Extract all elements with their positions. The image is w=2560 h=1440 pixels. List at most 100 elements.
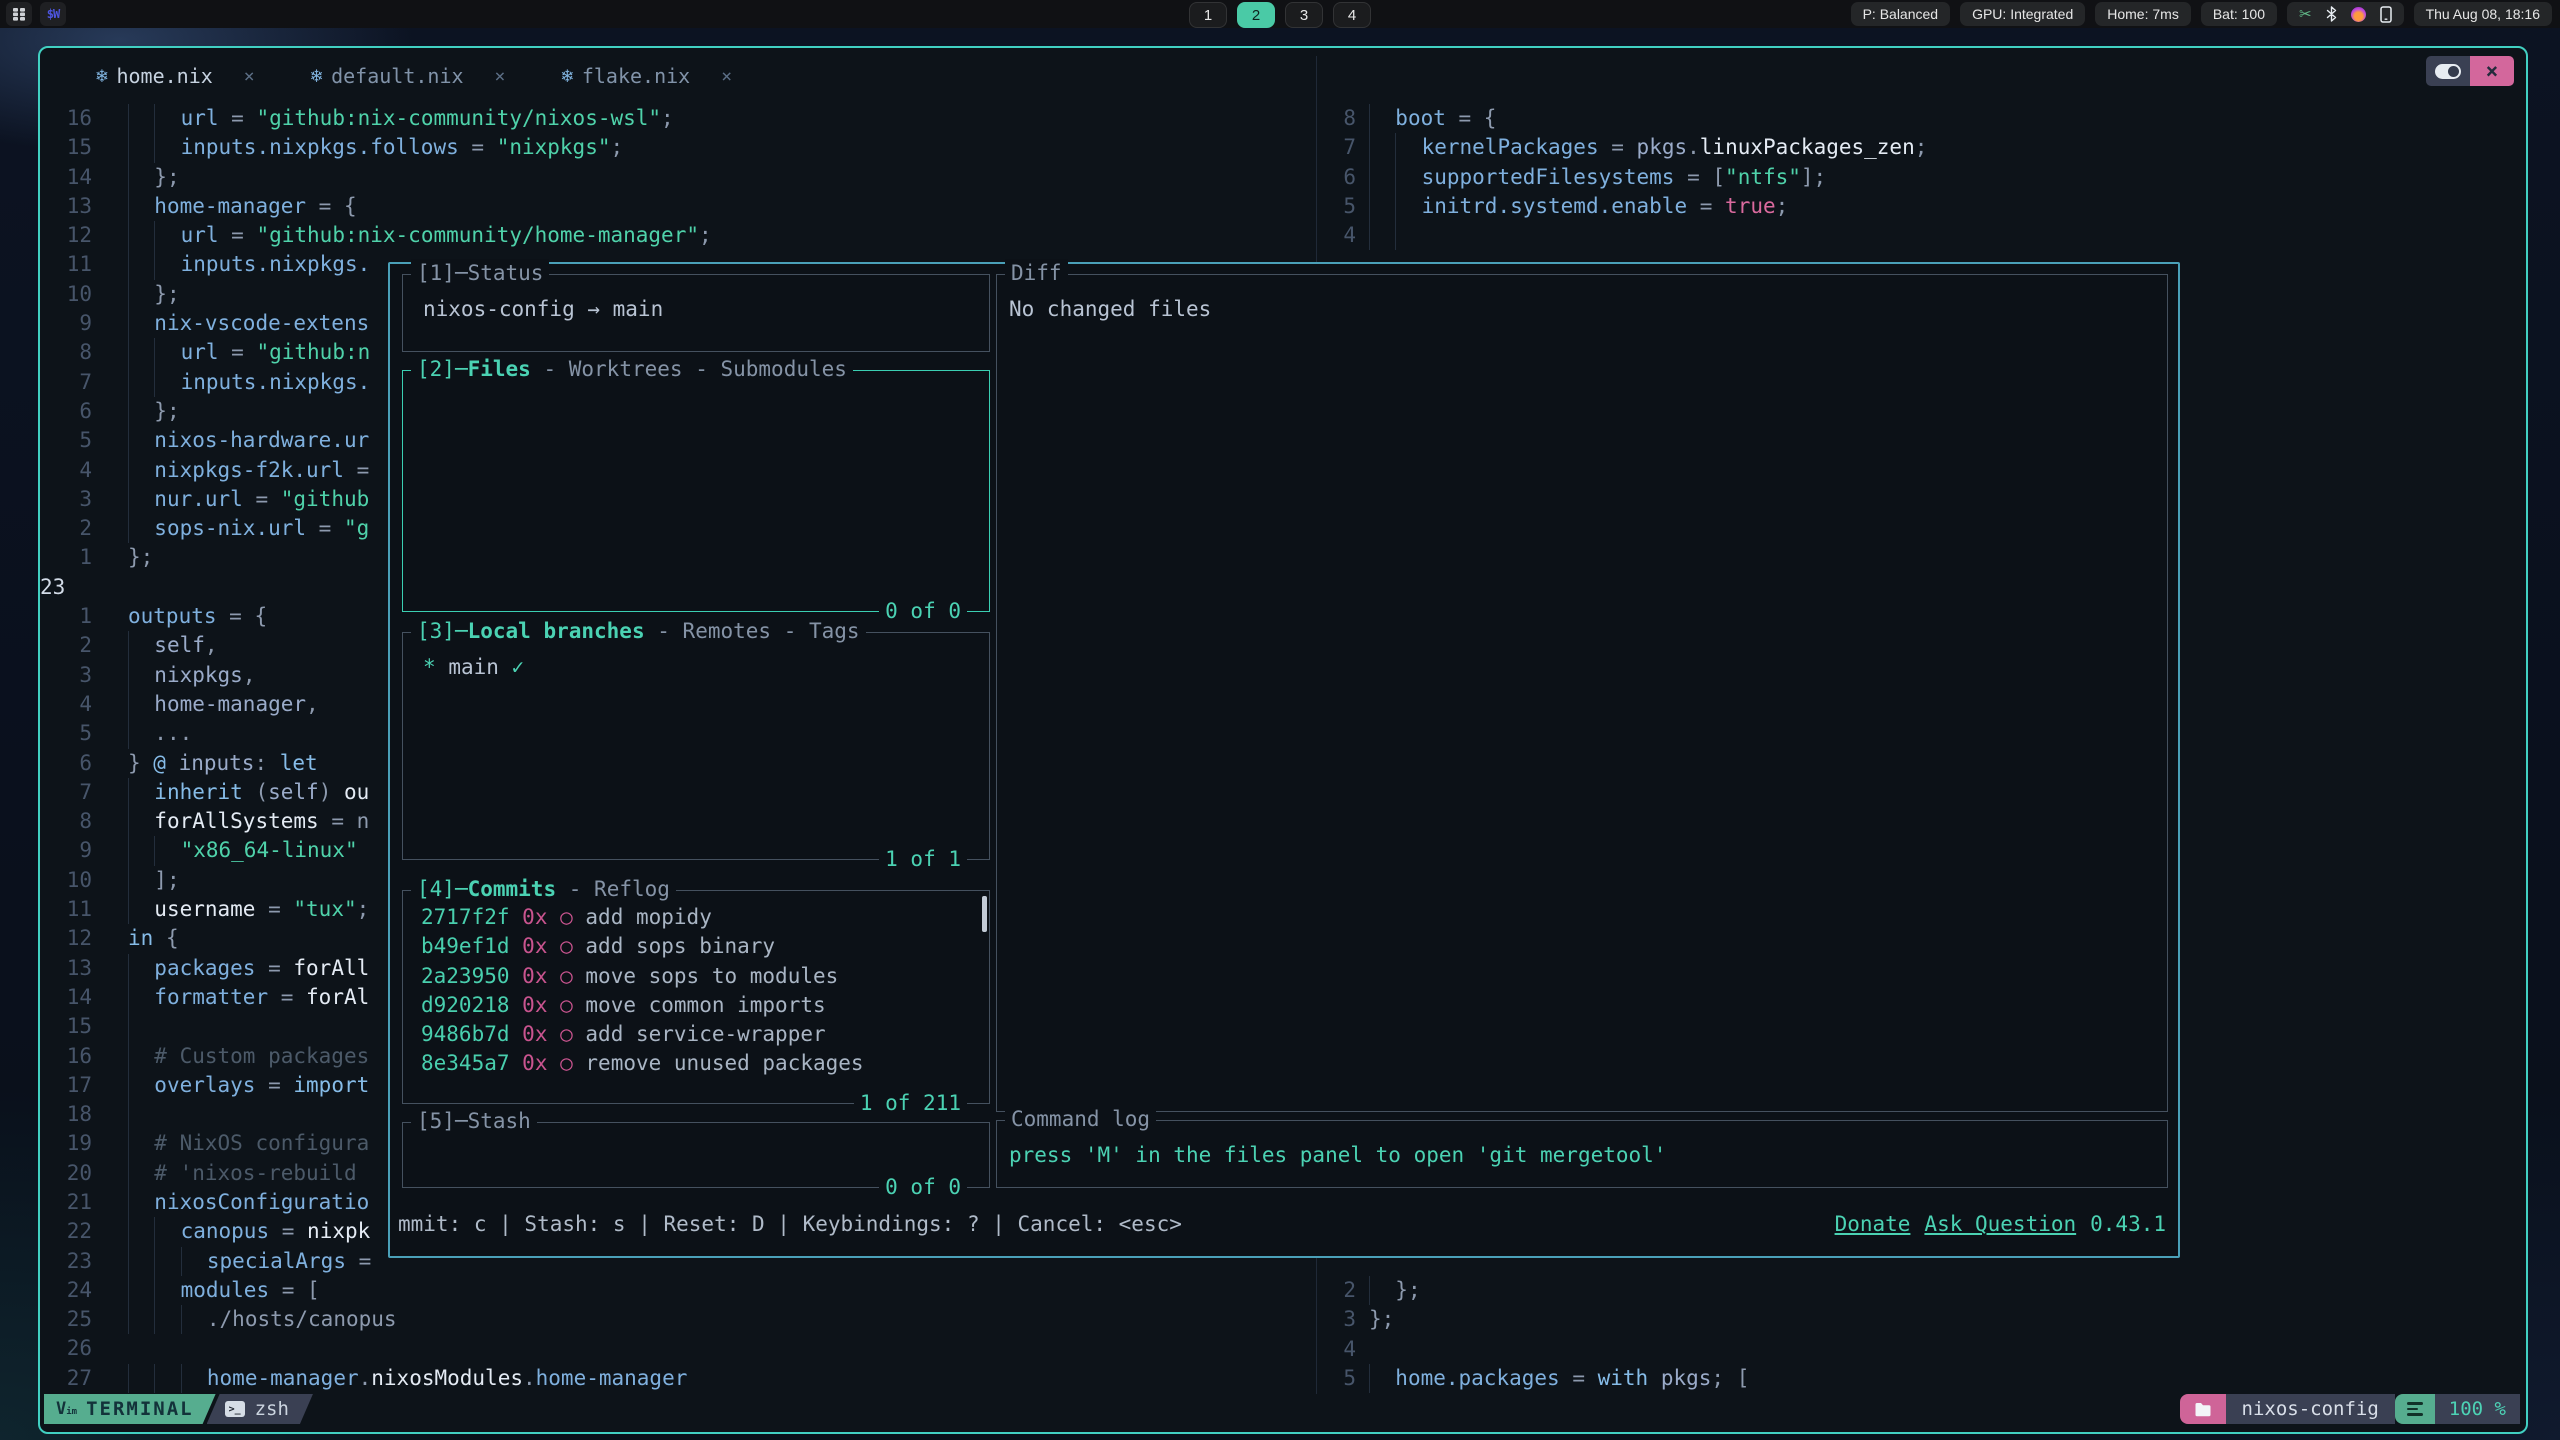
code-text xyxy=(1369,223,1422,247)
lazygit-files-panel[interactable]: [2]─Files - Worktrees - Submodules 0 of … xyxy=(402,370,990,612)
workspace-button-2[interactable]: 2 xyxy=(1237,2,1275,28)
lazygit-command-log-panel[interactable]: Command log press 'M' in the files panel… xyxy=(996,1120,2168,1188)
window-close-button[interactable]: × xyxy=(2470,56,2514,86)
line-number: 7 xyxy=(40,778,92,807)
line-number: 3 xyxy=(1316,1305,1356,1334)
line-number: 25 xyxy=(40,1305,92,1334)
workspace-button-3[interactable]: 3 xyxy=(1285,2,1323,28)
panel-tab-Commits[interactable]: Commits xyxy=(468,877,557,901)
scissors-icon[interactable]: ✂ xyxy=(2299,5,2312,23)
status-pill: Home: 7ms xyxy=(2095,2,2191,26)
line-number: 2 xyxy=(1316,1276,1356,1305)
code-text: url = "github:nix-community/nixos-wsl"; xyxy=(128,106,674,130)
commit-row[interactable]: d920218 0x ○ move common imports xyxy=(421,991,981,1020)
panel-tab-Remotes[interactable]: Remotes xyxy=(683,619,772,643)
code-text: ... xyxy=(128,721,192,745)
link-ask-question[interactable]: Ask Question xyxy=(1924,1210,2076,1239)
line-number: 4 xyxy=(40,456,92,485)
terminal-window: ❄home.nix×❄default.nix×❄flake.nix× × 16 … xyxy=(38,46,2528,1434)
line-number: 15 xyxy=(40,133,92,162)
code-line: 4 xyxy=(1316,1335,1749,1364)
line-number: 2 xyxy=(40,631,92,660)
indent-guide xyxy=(128,631,154,660)
code-line: 16 url = "github:nix-community/nixos-wsl… xyxy=(40,104,712,133)
commit-row[interactable]: 8e345a7 0x ○ remove unused packages xyxy=(421,1049,981,1078)
commits-scrollbar[interactable] xyxy=(982,896,987,932)
indent-guide xyxy=(128,807,154,836)
line-number: 6 xyxy=(1316,163,1356,192)
panel-key: [3] xyxy=(417,619,455,643)
lazygit-commits-panel[interactable]: [4]─Commits - Reflog 2717f2f 0x ○ add mo… xyxy=(402,890,990,1104)
tab-close-icon[interactable]: × xyxy=(244,66,255,87)
tab-home.nix[interactable]: ❄home.nix× xyxy=(70,56,281,96)
hotspot-icon[interactable] xyxy=(2351,7,2366,22)
commit-mark: 0x xyxy=(522,1051,547,1075)
indent-guide xyxy=(154,104,180,133)
code-text: }; xyxy=(128,399,180,423)
code-line: 12 url = "github:nix-community/home-mana… xyxy=(40,221,712,250)
commit-row[interactable]: 2717f2f 0x ○ add mopidy xyxy=(421,903,981,932)
line-number: 21 xyxy=(40,1188,92,1217)
line-number: 4 xyxy=(1316,221,1356,250)
stash-count: 0 of 0 xyxy=(879,1173,967,1202)
pin-toggle[interactable] xyxy=(2426,56,2470,86)
link-donate[interactable]: Donate xyxy=(1835,1210,1911,1239)
workspace-button-4[interactable]: 4 xyxy=(1333,2,1371,28)
files-panel-title: [2]─Files - Worktrees - Submodules xyxy=(411,355,853,384)
command-log-content: press 'M' in the files panel to open 'gi… xyxy=(997,1121,2167,1170)
panel-tab-Worktrees[interactable]: Worktrees xyxy=(569,357,683,381)
line-number: 22 xyxy=(40,1217,92,1246)
branch-name: main xyxy=(448,655,499,679)
code-text: }; xyxy=(1369,1307,1394,1331)
code-line: 3}; xyxy=(1316,1305,1749,1334)
toggle-track xyxy=(2435,64,2461,79)
indent-guide xyxy=(154,338,180,367)
commit-row[interactable]: b49ef1d 0x ○ add sops binary xyxy=(421,932,981,961)
indent-guide xyxy=(128,133,154,162)
panel-tab-Submodules[interactable]: Submodules xyxy=(720,357,846,381)
branches-count: 1 of 1 xyxy=(879,845,967,874)
repo-segment: nixos-config xyxy=(2226,1394,2395,1424)
bluetooth-icon[interactable] xyxy=(2326,6,2337,22)
folder-segment xyxy=(2180,1394,2226,1424)
tab-default.nix[interactable]: ❄default.nix× xyxy=(285,56,532,96)
launcher-app-icon[interactable]: $W xyxy=(40,2,66,26)
lazygit-status-panel[interactable]: [1]─Status nixos-config → main xyxy=(402,274,990,352)
code-line: 6 supportedFilesystems = ["ntfs"]; xyxy=(1316,163,1927,192)
tab-flake.nix[interactable]: ❄flake.nix× xyxy=(535,56,758,96)
commit-row[interactable]: 2a23950 0x ○ move sops to modules xyxy=(421,962,981,991)
line-number: 1 xyxy=(40,602,92,631)
tab-close-icon[interactable]: × xyxy=(721,66,732,87)
lazygit-branches-panel[interactable]: [3]─Local branches - Remotes - Tags * ma… xyxy=(402,632,990,860)
panel-tab-Status[interactable]: Status xyxy=(468,261,544,285)
line-number: 27 xyxy=(40,1364,92,1393)
editor-right-pane-top[interactable]: 8 boot = {7 kernelPackages = pkgs.linuxP… xyxy=(1316,104,1927,250)
workspace-button-1[interactable]: 1 xyxy=(1189,2,1227,28)
code-text: nixosConfiguratio xyxy=(128,1190,369,1214)
commit-row[interactable]: 9486b7d 0x ○ add service-wrapper xyxy=(421,1020,981,1049)
editor-right-pane-bottom[interactable]: 2 };3};45 home.packages = with pkgs; [ xyxy=(1316,1276,1749,1393)
line-number: 4 xyxy=(1316,1335,1356,1364)
indent-guide xyxy=(128,338,154,367)
panel-tab-Local branches[interactable]: Local branches xyxy=(468,619,645,643)
panel-tab-Tags[interactable]: Tags xyxy=(809,619,860,643)
panel-tab-Stash[interactable]: Stash xyxy=(468,1109,531,1133)
tab-label: flake.nix xyxy=(582,64,690,88)
tab-close-icon[interactable]: × xyxy=(495,66,506,87)
phone-icon[interactable] xyxy=(2380,6,2392,23)
vim-logo-icon: Vim xyxy=(56,1399,77,1419)
lazygit-stash-panel[interactable]: [5]─Stash 0 of 0 xyxy=(402,1122,990,1188)
indent-guide xyxy=(128,1159,154,1188)
code-text: ./hosts/canopus xyxy=(128,1307,397,1331)
lazygit-popup: [1]─Status nixos-config → main [2]─Files… xyxy=(388,262,2180,1258)
code-text: modules = [ xyxy=(128,1278,320,1302)
lazygit-diff-panel[interactable]: Diff No changed files xyxy=(996,274,2168,1112)
app-menu-button[interactable] xyxy=(6,2,32,26)
panel-tab-Reflog[interactable]: Reflog xyxy=(594,877,670,901)
commit-circle-icon: ○ xyxy=(547,1051,585,1075)
line-number: 6 xyxy=(40,397,92,426)
commit-circle-icon: ○ xyxy=(547,993,585,1017)
line-number: 19 xyxy=(40,1129,92,1158)
panel-tab-Files[interactable]: Files xyxy=(468,357,531,381)
clock[interactable]: Thu Aug 08, 18:16 xyxy=(2414,2,2552,26)
